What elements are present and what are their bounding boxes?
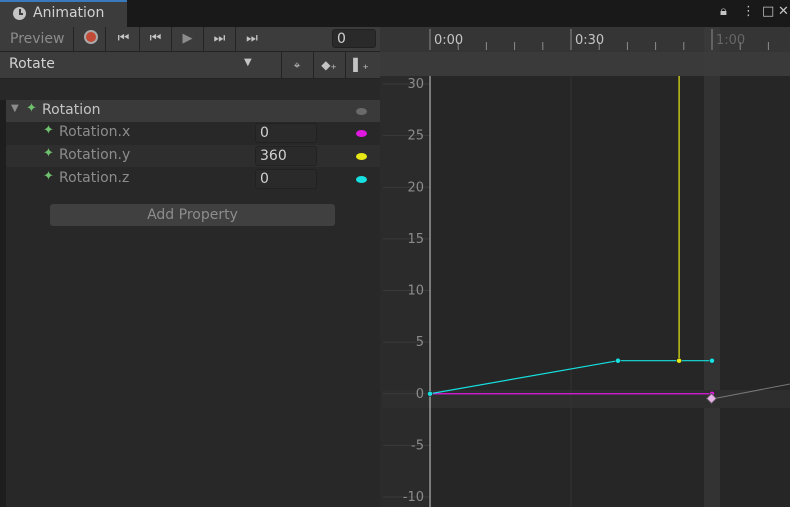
y-tick-label: 20 <box>407 180 424 195</box>
time-label: 0:30 <box>575 33 604 48</box>
y-tick-label: 10 <box>407 284 424 299</box>
y-tick-label: -10 <box>403 490 424 505</box>
keyframe-point <box>676 357 682 364</box>
zero-band <box>382 390 790 408</box>
y-tick-label: -5 <box>411 438 424 453</box>
time-label: 0:00 <box>434 33 463 48</box>
keyframe-point <box>615 357 621 364</box>
keyframe-point <box>427 391 433 397</box>
curve-chart: 30 25 20 15 10 5 0 -5 -10 0:00 0:30 1:00 <box>382 27 790 507</box>
y-tick-label: 0 <box>416 387 424 402</box>
y-tick-label: 30 <box>407 77 424 92</box>
time-label: 1:00 <box>716 33 745 48</box>
y-tick-label: 15 <box>407 232 424 247</box>
y-tick-label: 25 <box>407 129 424 144</box>
keyframe-point <box>709 357 715 364</box>
y-tick-label: 5 <box>416 335 424 350</box>
